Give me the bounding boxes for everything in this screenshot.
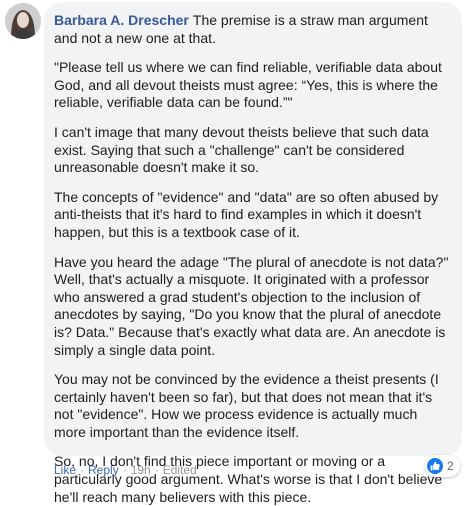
separator: · [80, 463, 85, 477]
separator: · [122, 463, 127, 477]
separator: · [154, 463, 159, 477]
edited-label[interactable]: Edited [163, 463, 197, 477]
comment-first-paragraph: Barbara A. Drescher The premise is a stra… [54, 12, 450, 47]
profile-photo [5, 3, 41, 39]
comment-paragraph: You may not be convinced by the evidence… [54, 371, 439, 440]
avatar[interactable] [5, 3, 41, 39]
comment-paragraph: "Please tell us where we can find reliab… [54, 59, 442, 111]
timestamp-link[interactable]: 19h [131, 463, 151, 477]
comment-bubble: Barbara A. Drescher The premise is a stra… [44, 2, 462, 505]
author-name-link[interactable]: Barbara A. Drescher [54, 12, 189, 28]
like-button[interactable]: Like [54, 463, 76, 477]
reaction-count: 2 [447, 459, 454, 473]
thumbs-up-icon [427, 458, 443, 474]
comment-paragraph: Have you heard the adage "The plural of … [54, 253, 449, 358]
comment-paragraph: I can't image that many devout theists b… [54, 123, 429, 176]
comment-paragraph: The concepts of "evidence" and "data" ar… [54, 188, 439, 240]
reaction-summary[interactable]: 2 [425, 455, 460, 477]
reply-button[interactable]: Reply [88, 463, 119, 477]
comment-paragraph: So, no, I don't find this piece importan… [54, 453, 443, 505]
comment-actions: Like · Reply · 19h · Edited [54, 463, 197, 477]
